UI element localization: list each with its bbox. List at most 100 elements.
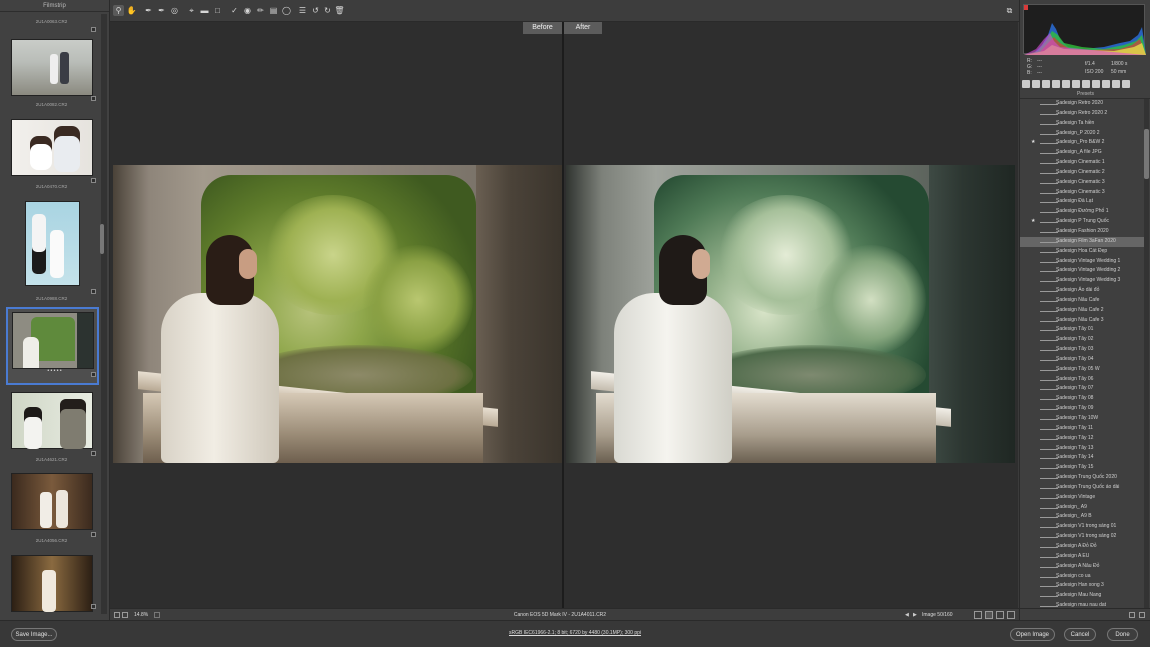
filmstrip-scroll-thumb[interactable]: [100, 224, 104, 254]
preset-item[interactable]: Sadesign Vintage Wedding 3: [1020, 276, 1144, 286]
target-adjust-icon[interactable]: ◎: [169, 5, 180, 16]
zoom-icon[interactable]: ⚲: [113, 5, 124, 16]
preset-item[interactable]: Sadesign Nâu Cafe 3: [1020, 316, 1144, 326]
preset-item[interactable]: Sadesign Tây 13: [1020, 444, 1144, 454]
crop-icon[interactable]: ⌖: [186, 5, 197, 16]
preset-item[interactable]: Sadesign Cinematic 2: [1020, 168, 1144, 178]
filmstrip-item[interactable]: 2U1A4621.CR2: [5, 389, 98, 467]
preset-item[interactable]: ★ Sadesign P Trung Quốc: [1020, 217, 1144, 227]
preset-item[interactable]: Sadesign_A file JPG: [1020, 148, 1144, 158]
preset-item[interactable]: Sadesign Retro 2020: [1020, 99, 1144, 109]
preset-item[interactable]: Sadesign A Nâu Đỏ: [1020, 562, 1144, 572]
lens-tab-icon[interactable]: [1072, 80, 1080, 88]
chevron-down-icon[interactable]: [154, 612, 160, 618]
preset-item[interactable]: Sadesign Đà Lạt: [1020, 197, 1144, 207]
fullscreen-icon[interactable]: ⧉: [1004, 5, 1015, 16]
tone-curve-tab-icon[interactable]: [1032, 80, 1040, 88]
preset-item[interactable]: Sadesign V1 trong sáng 01: [1020, 522, 1144, 532]
preset-item[interactable]: Sadesign_ A9 B: [1020, 512, 1144, 522]
preset-item[interactable]: Sadesign Nâu Cafe 2: [1020, 306, 1144, 316]
preset-item[interactable]: Sadesign Tây 06: [1020, 375, 1144, 385]
graduated-filter-icon[interactable]: ▤: [268, 5, 279, 16]
preset-item-selected[interactable]: Sadesign Film 3aFan 2020: [1020, 236, 1144, 247]
preset-item[interactable]: Sadesign mau nau dat: [1020, 601, 1144, 608]
preset-item[interactable]: Sadesign V1 trong sáng 02: [1020, 532, 1144, 542]
new-preset-icon[interactable]: [1129, 612, 1135, 618]
zoom-out-icon[interactable]: [114, 612, 120, 618]
hand-icon[interactable]: ✋: [126, 5, 137, 16]
preview-preferences-icon[interactable]: [1007, 611, 1015, 619]
adjustment-brush-icon[interactable]: ✏: [255, 5, 266, 16]
presets-scroll-thumb[interactable]: [1144, 129, 1149, 179]
star-icon[interactable]: ★: [1031, 138, 1035, 148]
white-balance-icon[interactable]: ✒: [143, 5, 154, 16]
zoom-in-icon[interactable]: [122, 612, 128, 618]
filmstrip-item[interactable]: 2U1A0470.CR2: [5, 116, 98, 194]
preview-area[interactable]: Before After: [110, 22, 1018, 608]
preset-item[interactable]: Sadesign Vintage Wedding 2: [1020, 266, 1144, 276]
preset-item[interactable]: Sadesign Ta hiền: [1020, 119, 1144, 129]
spot-removal-icon[interactable]: ✓: [229, 5, 240, 16]
cancel-button[interactable]: Cancel: [1064, 628, 1096, 641]
preset-item[interactable]: Sadesign Tây 10W: [1020, 414, 1144, 424]
save-image-button[interactable]: Save Image...: [11, 628, 57, 641]
before-after-toggle-icon[interactable]: [985, 611, 993, 619]
preset-item[interactable]: Sadesign Cinematic 1: [1020, 158, 1144, 168]
transform-tab-icon[interactable]: [1082, 80, 1090, 88]
preset-item[interactable]: Sadesign Fashion 2020: [1020, 227, 1144, 237]
trash-icon[interactable]: 🗑: [334, 5, 345, 16]
preset-item[interactable]: Sadesign_P 2020 2: [1020, 129, 1144, 139]
preferences-icon[interactable]: ☰: [297, 5, 308, 16]
preset-item[interactable]: Sadesign Retro 2020 2: [1020, 109, 1144, 119]
preset-item[interactable]: Sadesign Nâu Cafe: [1020, 296, 1144, 306]
filmstrip-item[interactable]: 2U1A0988.CR2: [5, 198, 98, 304]
preset-item[interactable]: Sadesign Tây 03: [1020, 345, 1144, 355]
filmstrip-scrollbar[interactable]: [100, 14, 107, 614]
rotate-cw-icon[interactable]: ↻: [322, 5, 333, 16]
preset-item[interactable]: Sadesign Cinematic 3: [1020, 188, 1144, 198]
split-toning-tab-icon[interactable]: [1062, 80, 1070, 88]
preset-item[interactable]: Sadesign Cinematic 3: [1020, 178, 1144, 188]
preset-item[interactable]: Sadesign Trung Quốc 2020: [1020, 473, 1144, 483]
preset-item[interactable]: Sadesign Tây 07: [1020, 384, 1144, 394]
effects-tab-icon[interactable]: [1092, 80, 1100, 88]
preset-item[interactable]: Sadesign Tây 01: [1020, 325, 1144, 335]
preset-item[interactable]: Sadesign A EU: [1020, 552, 1144, 562]
view-mode-icon[interactable]: [974, 611, 982, 619]
preset-item[interactable]: Sadesign co ua: [1020, 572, 1144, 582]
detail-tab-icon[interactable]: [1042, 80, 1050, 88]
filmstrip-item[interactable]: [5, 552, 98, 614]
after-label[interactable]: After: [564, 22, 602, 34]
calibration-tab-icon[interactable]: [1102, 80, 1110, 88]
color-sampler-icon[interactable]: ✒: [156, 5, 167, 16]
preset-item[interactable]: ★ Sadesign_Pro B&W 2: [1020, 138, 1144, 148]
star-icon[interactable]: ★: [1031, 217, 1035, 227]
preset-item[interactable]: Sadesign A Đỏ Đỏ: [1020, 542, 1144, 552]
preset-item[interactable]: Sadesign Áo dài đỏ: [1020, 286, 1144, 296]
open-image-button[interactable]: Open Image: [1010, 628, 1055, 641]
preset-item[interactable]: Sadesign Tây 15: [1020, 463, 1144, 473]
preset-item[interactable]: Sadesign Hoa Cát Đẹp: [1020, 247, 1144, 257]
preset-item[interactable]: Sadesign Tây 12: [1020, 434, 1144, 444]
presets-scrollbar[interactable]: [1144, 99, 1149, 608]
preset-item[interactable]: Sadesign Đường Phố 1: [1020, 207, 1144, 217]
filmstrip-item[interactable]: 2U1A0082.CR2: [5, 36, 98, 112]
done-button[interactable]: Done: [1107, 628, 1138, 641]
preset-item[interactable]: Sadesign Tây 09: [1020, 404, 1144, 414]
preset-item[interactable]: Sadesign Mau Nang: [1020, 591, 1144, 601]
before-label[interactable]: Before: [523, 22, 562, 34]
preset-item[interactable]: Sadesign Tây 14: [1020, 453, 1144, 463]
hsl-tab-icon[interactable]: [1052, 80, 1060, 88]
filmstrip-item[interactable]: 2U1A0063.CR2: [5, 13, 98, 35]
filmstrip-item-selected[interactable]: • • • • •: [6, 307, 99, 385]
rotate-ccw-icon[interactable]: ↺: [310, 5, 321, 16]
transform-icon[interactable]: □: [212, 5, 223, 16]
preset-item[interactable]: Sadesign Tây 04: [1020, 355, 1144, 365]
radial-filter-icon[interactable]: ◯: [281, 5, 292, 16]
filmstrip-item[interactable]: 2U1A4056.CR2: [5, 470, 98, 548]
preset-item[interactable]: Sadesign Tây 02: [1020, 335, 1144, 345]
snapshots-tab-icon[interactable]: [1122, 80, 1130, 88]
rating-stars[interactable]: • • • • •: [8, 368, 101, 374]
swap-settings-icon[interactable]: [996, 611, 1004, 619]
trash-icon[interactable]: [1139, 612, 1145, 618]
